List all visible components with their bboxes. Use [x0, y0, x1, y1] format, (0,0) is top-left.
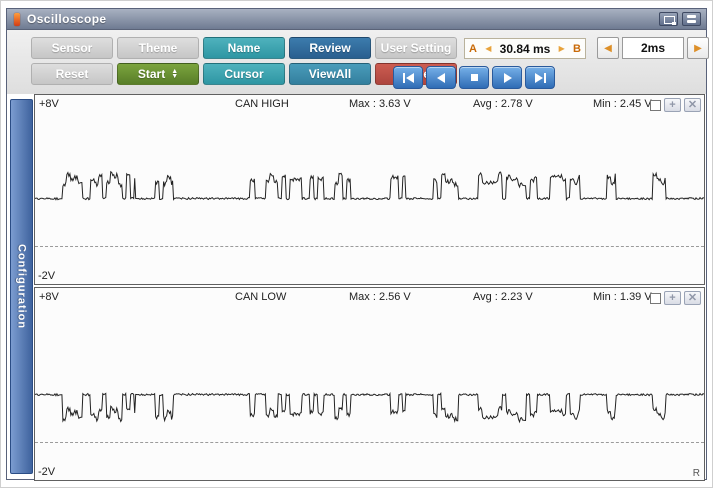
user-setting-button[interactable]: User Setting	[375, 37, 457, 59]
min-readout: Min : 1.39 V	[593, 291, 652, 303]
max-readout: Max : 3.63 V	[349, 98, 411, 110]
sensor-button[interactable]: Sensor	[31, 37, 113, 59]
cursor-button[interactable]: Cursor	[203, 63, 285, 85]
theme-button[interactable]: Theme	[117, 37, 199, 59]
scale-bottom-label: -2V	[38, 466, 56, 478]
close-icon: ✕	[687, 98, 698, 111]
configuration-tab[interactable]: Configuration	[10, 99, 33, 474]
stop-button[interactable]	[459, 66, 489, 89]
review-button[interactable]: Review	[289, 37, 371, 59]
r-marker: R	[692, 468, 700, 479]
channel-checkbox[interactable]	[650, 99, 661, 111]
reset-button[interactable]: Reset	[31, 63, 113, 85]
start-updown-icon: ▲ ▼	[171, 68, 179, 80]
window-title: Oscilloscope	[27, 12, 107, 26]
can-high-waveform	[35, 170, 704, 202]
screenshot-frame: Oscilloscope Sensor Theme Name Review Us…	[0, 0, 713, 488]
close-channel-button[interactable]: ✕	[684, 98, 701, 112]
skip-to-end-icon	[534, 72, 546, 83]
cursor-a-label: A	[469, 42, 477, 55]
title-bar: Oscilloscope	[7, 9, 706, 30]
add-channel-button[interactable]: +	[664, 98, 681, 112]
plus-icon: +	[669, 98, 676, 111]
play-icon	[503, 72, 512, 83]
add-channel-button[interactable]: +	[664, 291, 681, 305]
window-controls	[659, 12, 701, 26]
timebase-control: ◀ 2ms ▶	[597, 37, 709, 59]
scope-area: Configuration +8V CAN HIGH Max : 3.63 V …	[7, 94, 706, 481]
stop-icon	[470, 73, 478, 81]
avg-readout: Avg : 2.23 V	[473, 291, 533, 303]
viewall-button[interactable]: ViewAll	[289, 63, 371, 85]
channel-name: CAN LOW	[235, 291, 287, 303]
app-icon	[14, 12, 20, 26]
channel-checkbox[interactable]	[650, 292, 661, 304]
play-button[interactable]	[492, 66, 522, 89]
channel-controls: + ✕	[650, 291, 701, 305]
scale-bottom-label: -2V	[38, 270, 56, 282]
cursor-b-label: B	[573, 42, 581, 55]
ab-delta-value: 30.84 ms	[499, 41, 551, 56]
scale-top-label: +8V	[39, 291, 59, 303]
can-low-waveform	[35, 391, 704, 424]
step-back-button[interactable]	[426, 66, 456, 89]
avg-readout: Avg : 2.78 V	[473, 98, 533, 110]
zero-volt-gridline	[35, 441, 704, 443]
toolbar: Sensor Theme Name Review User Setting A …	[7, 30, 709, 95]
step-back-icon	[436, 72, 445, 83]
max-readout: Max : 2.56 V	[349, 291, 411, 303]
channel-panel-can-high: +8V CAN HIGH Max : 3.63 V Avg : 2.78 V M…	[34, 94, 705, 285]
plus-icon: +	[669, 291, 676, 304]
close-icon: ✕	[687, 291, 698, 304]
playback-controls	[393, 66, 555, 89]
timebase-value: 2ms	[622, 37, 684, 59]
cursor-b-arrow-icon: ▶	[558, 44, 565, 53]
oscilloscope-window: Oscilloscope Sensor Theme Name Review Us…	[6, 8, 709, 481]
start-button[interactable]: Start ▲ ▼	[117, 63, 199, 85]
configuration-tab-label: Configuration	[15, 243, 28, 330]
restore-icon	[664, 16, 676, 25]
skip-to-start-icon	[402, 72, 414, 83]
channel-name: CAN HIGH	[235, 98, 289, 110]
cursor-a-arrow-icon: ◀	[485, 44, 492, 53]
close-channel-button[interactable]: ✕	[684, 291, 701, 305]
restore-window-button[interactable]	[659, 12, 678, 26]
name-button[interactable]: Name	[203, 37, 285, 59]
left-triangle-icon: ◀	[604, 42, 612, 54]
min-readout: Min : 2.45 V	[593, 98, 652, 110]
right-triangle-icon: ▶	[694, 42, 702, 54]
channel-panel-can-low: +8V CAN LOW Max : 2.56 V Avg : 2.23 V Mi…	[34, 287, 705, 481]
skip-to-start-button[interactable]	[393, 66, 423, 89]
timebase-decrease-button[interactable]: ◀	[597, 37, 619, 59]
skip-to-end-button[interactable]	[525, 66, 555, 89]
ab-cursor-readout[interactable]: A ◀ 30.84 ms ▶ B	[464, 38, 586, 59]
zero-volt-gridline	[35, 246, 704, 248]
scale-top-label: +8V	[39, 98, 59, 110]
split-view-button[interactable]	[682, 12, 701, 26]
split-icon	[683, 15, 700, 23]
timebase-increase-button[interactable]: ▶	[687, 37, 709, 59]
channel-controls: + ✕	[650, 98, 701, 112]
